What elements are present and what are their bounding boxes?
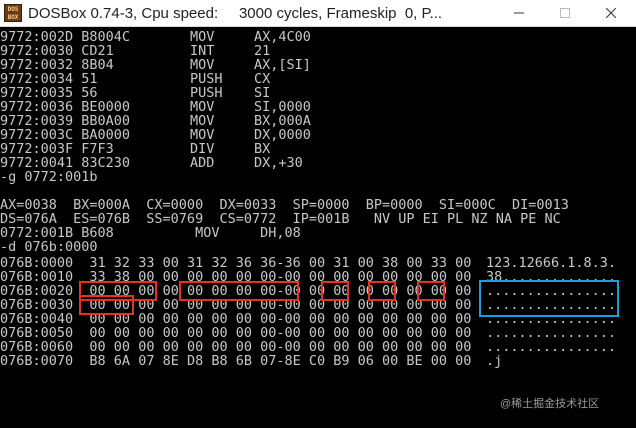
highlight-box-3: [417, 281, 445, 301]
disasm-args: SI,0000: [254, 99, 311, 115]
disasm-args: BX: [254, 141, 271, 157]
disasm-line: 9772:0030 CD21: [0, 43, 114, 59]
dump-ascii: 123.12666.1.8.3.: [486, 255, 617, 271]
dump-row: 076B:0040 00 00 00 00 00 00 00 00-00 00 …: [0, 311, 472, 327]
highlight-box-8: [368, 281, 396, 301]
disasm-line: 9772:0035 56: [0, 85, 98, 101]
maximize-button[interactable]: [542, 0, 588, 26]
minimize-button[interactable]: [496, 0, 542, 26]
highlight-box-1: [321, 281, 349, 301]
highlight-box-ascii: [479, 280, 619, 317]
disasm-line: 9772:003C BA0000: [0, 127, 131, 143]
highlight-box-12666: [179, 281, 299, 301]
disasm-line: 9772:0034 51: [0, 71, 98, 87]
disasm-line: 9772:0039 BB0A00: [0, 113, 131, 129]
dump-row: 076B:0000 31 32 33 00 31 32 36 36-36 00 …: [0, 255, 472, 271]
disasm-line: 9772:0036 BE0000: [0, 99, 131, 115]
disasm-op: ADD: [190, 155, 215, 171]
disasm-op: MOV: [190, 127, 215, 143]
close-button[interactable]: [588, 0, 634, 26]
dump-ascii: ................: [486, 325, 617, 341]
dump-ascii: ................: [486, 339, 617, 355]
command-dump: -d 076b:0000: [0, 239, 98, 255]
disasm-args: 21: [254, 43, 271, 59]
dump-row: 076B:0050 00 00 00 00 00 00 00 00-00 00 …: [0, 325, 472, 341]
disasm-line: 9772:0032 8B04: [0, 57, 114, 73]
disasm-line: 9772:002D B8004C: [0, 29, 131, 45]
disasm-op: INT: [190, 43, 215, 59]
minimize-icon: [514, 12, 524, 14]
dump-row: 076B:0060 00 00 00 00 00 00 00 00-00 00 …: [0, 339, 472, 355]
disasm-args: AX,4C00: [254, 29, 311, 45]
register-line-2: DS=076A ES=076B SS=0769 CS=0772 IP=001B …: [0, 211, 561, 227]
disasm-line: 9772:003F F7F3: [0, 141, 114, 157]
disasm-op: MOV: [190, 99, 215, 115]
disasm-args: DX,0000: [254, 127, 311, 143]
maximize-icon: [560, 8, 570, 18]
disasm-op: PUSH: [190, 85, 223, 101]
dump-ascii: .j: [486, 353, 503, 369]
dump-row: 076B:0070 B8 6A 07 8E D8 B8 6B 07-8E C0 …: [0, 353, 472, 369]
disasm-line: 9772:0041 83C230: [0, 155, 131, 171]
dos-console[interactable]: 9772:002D B8004C 9772:0030 CD21 9772:003…: [0, 28, 636, 428]
disasm-args: AX,[SI]: [254, 57, 311, 73]
disasm-args: SI: [254, 85, 271, 101]
title-bar: DOS BOX DOSBox 0.74-3, Cpu speed: 3000 c…: [0, 0, 636, 27]
disasm-args: BX,000A: [254, 113, 311, 129]
disasm-op: DIV: [190, 141, 215, 157]
disasm-args: CX: [254, 71, 271, 87]
disasm-op: MOV: [190, 113, 215, 129]
disasm-args: DX,+30: [254, 155, 303, 171]
disasm-op: PUSH: [190, 71, 223, 87]
register-line-3: 0772:001B B608 MOV DH,08: [0, 225, 301, 241]
watermark-text: @稀土掘金技术社区: [500, 398, 600, 410]
disasm-op: MOV: [190, 57, 215, 73]
disasm-op: MOV: [190, 29, 215, 45]
window-title: DOSBox 0.74-3, Cpu speed: 3000 cycles, F…: [28, 5, 443, 22]
command-go: -g 0772:001b: [0, 169, 98, 185]
close-icon: [606, 8, 616, 18]
dosbox-app-icon[interactable]: DOS BOX: [4, 4, 22, 22]
highlight-box-38: [79, 295, 134, 315]
register-line-1: AX=0038 BX=000A CX=0000 DX=0033 SP=0000 …: [0, 197, 569, 213]
